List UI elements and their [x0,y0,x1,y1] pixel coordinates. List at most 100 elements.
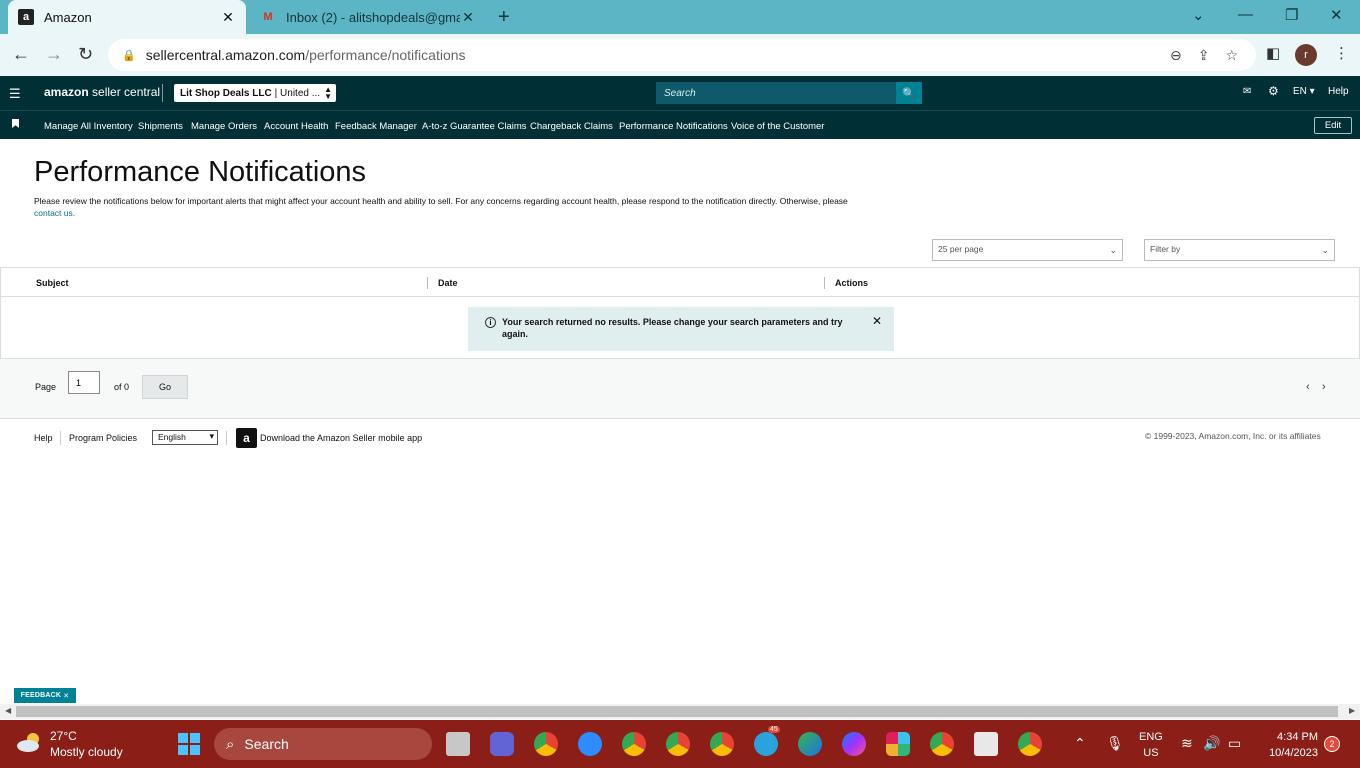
gear-icon[interactable]: ⚙ [1268,84,1279,98]
bookmark-icon[interactable] [12,119,19,128]
snipping-tool-icon[interactable] [974,732,998,756]
close-tab-icon[interactable]: ✕ [220,9,236,26]
chrome-icon[interactable] [710,732,734,756]
nav-account-health[interactable]: Account Health [264,121,328,132]
edit-nav-button[interactable]: Edit [1314,117,1352,134]
cloudy-weather-icon [17,733,39,752]
profile-avatar[interactable]: r [1295,44,1317,66]
filter-select[interactable]: Filter by ⌄ [1144,239,1335,261]
chrome-icon[interactable] [666,732,690,756]
hamburger-menu-icon[interactable]: ☰ [9,86,21,102]
nav-shipments[interactable]: Shipments [138,121,183,132]
column-subject[interactable]: Subject [36,278,69,288]
footer-language-value: English [158,432,186,442]
language-menu[interactable]: EN ▾ [1293,86,1315,97]
nav-manage-orders[interactable]: Manage Orders [191,121,257,132]
slack-icon[interactable] [886,732,910,756]
help-link[interactable]: Help [1328,86,1349,97]
bookmark-star-icon[interactable]: ☆ [1225,47,1238,64]
account-switcher[interactable]: Lit Shop Deals LLC | United ... ▲ ▼ [174,84,336,102]
nav-chargeback-claims[interactable]: Chargeback Claims [530,121,613,132]
chrome-icon[interactable] [930,732,954,756]
pagination-bar: Page of 0 Go ‹ › [0,359,1360,419]
chrome-icon[interactable] [534,732,558,756]
taskbar-search[interactable]: ⌕ Search [214,728,432,760]
seller-central-logo[interactable]: amazon seller central [44,85,160,99]
tab-title: Amazon [44,9,92,25]
zoom-app-icon[interactable] [578,732,602,756]
horizontal-scrollbar[interactable]: ◀ ▶ [0,704,1360,719]
scroll-left-icon[interactable]: ◀ [5,706,11,715]
notification-badge[interactable]: 2 [1324,736,1340,752]
no-results-alert: i Your search returned no results. Pleas… [468,307,894,351]
scroll-right-icon[interactable]: ▶ [1349,706,1355,715]
wifi-icon[interactable]: ≋ [1181,735,1193,752]
description-text: Please review the notifications below fo… [34,196,848,206]
share-icon[interactable]: ⇪ [1198,47,1210,64]
copyright: © 1999-2023, Amazon.com, Inc. or its aff… [1145,431,1321,441]
mail-icon[interactable]: ✉ [1243,86,1251,97]
previous-page-icon[interactable]: ‹ [1306,381,1310,393]
input-language[interactable]: ENG US [1139,729,1163,761]
page-number-input[interactable] [68,371,100,394]
telegram-icon[interactable]: 45 [754,726,780,756]
feedback-button[interactable]: FEEDBACK ✕ [14,688,76,703]
back-icon[interactable]: ← [12,44,30,65]
download-app-link[interactable]: Download the Amazon Seller mobile app [260,433,422,443]
chrome-active-icon[interactable] [1018,732,1042,756]
nav-voice-of-customer[interactable]: Voice of the Customer [731,121,824,132]
battery-icon[interactable]: ▭ [1228,735,1241,752]
side-panel-icon[interactable]: ◧ [1266,44,1280,62]
messenger-icon[interactable] [842,732,866,756]
nav-performance-notifications[interactable]: Performance Notifications [619,121,728,132]
footer-divider [226,431,227,445]
next-page-icon[interactable]: › [1322,381,1326,393]
nav-feedback-manager[interactable]: Feedback Manager [335,121,417,132]
footer-help-link[interactable]: Help [34,433,53,443]
tab-amazon[interactable]: a Amazon ✕ [8,0,246,34]
microphone-icon[interactable]: 🎙 [1106,735,1124,752]
program-policies-link[interactable]: Program Policies [69,433,137,443]
chrome-icon[interactable] [622,732,646,756]
feedback-label: FEEDBACK [20,692,62,699]
zoom-icon[interactable]: ⊖ [1170,47,1182,64]
forward-icon[interactable]: → [45,44,63,65]
dismiss-alert-icon[interactable]: ✕ [872,315,882,327]
restore-icon[interactable]: ❐ [1285,6,1298,24]
system-clock[interactable]: 4:34 PM 10/4/2023 [1256,729,1318,761]
volume-icon[interactable]: 🔊 [1203,735,1220,752]
new-tab-icon[interactable]: + [498,6,510,29]
per-page-select[interactable]: 25 per page ⌄ [932,239,1123,261]
menu-kebab-icon[interactable]: ⋮ [1334,44,1349,62]
address-bar[interactable]: 🔒 sellercentral.amazon.com/performance/n… [108,39,1256,71]
reload-icon[interactable]: ↻ [78,44,93,65]
search-icon: 🔍 [902,87,916,100]
close-window-icon[interactable]: ✕ [1330,6,1343,24]
nav-a-to-z-claims[interactable]: A-to-z Guarantee Claims [422,121,527,132]
logo-amazon: amazon [44,85,89,99]
minimize-icon[interactable]: — [1238,6,1253,23]
url-path: /performance/notifications [305,47,466,63]
tray-overflow-chevron-icon[interactable]: ⌃ [1074,735,1086,752]
edge-icon[interactable] [798,732,822,756]
teams-icon[interactable] [490,732,514,756]
task-view-icon[interactable] [446,732,470,756]
tab-search-chevron-icon[interactable]: ⌄ [1192,6,1205,24]
page-footer: Help Program Policies English ▾ a Downlo… [0,420,1360,454]
search-input[interactable]: Search [656,82,896,104]
contact-us-link[interactable]: contact us. [34,208,75,218]
footer-language-select[interactable]: English ▾ [152,430,218,445]
tab-gmail[interactable]: M Inbox (2) - alitshopdeals@gmail. ✕ [250,0,486,34]
close-tab-icon[interactable]: ✕ [460,9,476,26]
go-button[interactable]: Go [142,375,188,399]
browser-toolbar: ← → ↻ 🔒 sellercentral.amazon.com/perform… [0,34,1360,76]
weather-description[interactable]: Mostly cloudy [50,745,123,759]
filter-placeholder: Filter by [1150,244,1181,254]
windows-start-icon[interactable] [178,733,200,755]
nav-manage-all-inventory[interactable]: Manage All Inventory [44,121,133,132]
column-date[interactable]: Date [438,278,458,288]
search-button[interactable]: 🔍 [896,82,922,104]
weather-temperature[interactable]: 27°C [50,729,77,743]
scrollbar-thumb[interactable] [16,706,1338,717]
amazon-app-icon[interactable]: a [236,428,257,448]
